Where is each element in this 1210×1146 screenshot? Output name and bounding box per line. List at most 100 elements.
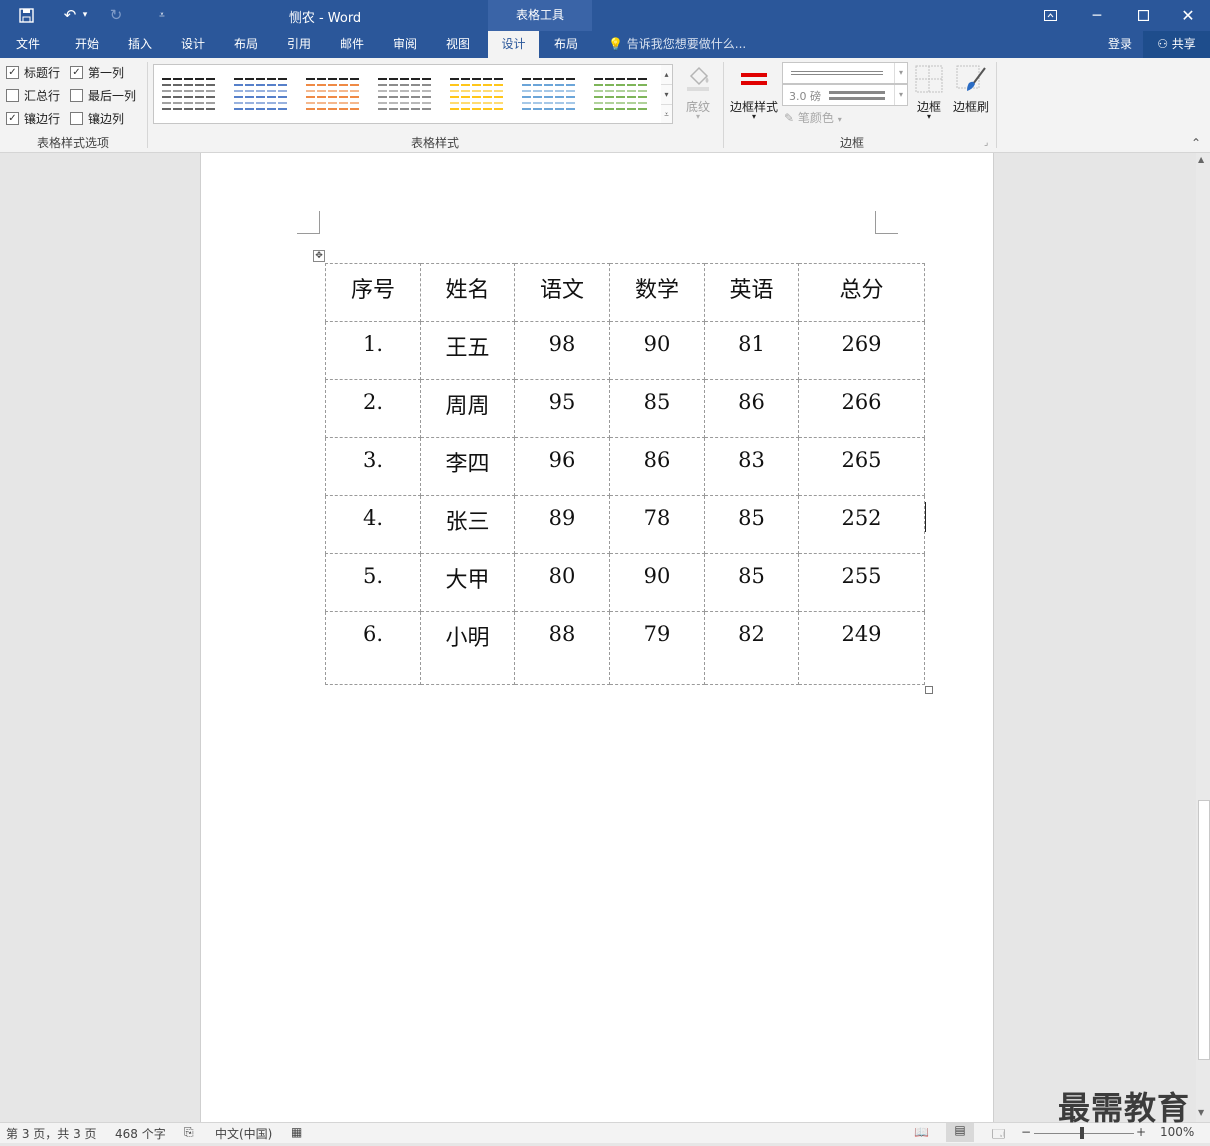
tab-review[interactable]: 审阅: [382, 31, 428, 58]
proofing-icon[interactable]: ⎘: [184, 1125, 194, 1140]
table-header-cell[interactable]: 序号: [325, 263, 421, 322]
table-cell[interactable]: 2.: [325, 379, 421, 438]
scroll-down-icon[interactable]: ▼: [1198, 1108, 1204, 1117]
scroll-up-icon[interactable]: ▲: [1198, 155, 1204, 164]
page-count[interactable]: 第 3 页，共 3 页: [6, 1125, 97, 1142]
table-cell[interactable]: 4.: [325, 495, 421, 554]
maximize-icon[interactable]: [1120, 0, 1166, 31]
print-layout-icon[interactable]: ▤: [946, 1123, 974, 1142]
tab-table-layout[interactable]: 布局: [543, 31, 589, 58]
web-layout-icon[interactable]: 🗔: [992, 1125, 1005, 1146]
table-style-swatch[interactable]: [448, 76, 506, 112]
gallery-scroll[interactable]: ▴ ▾ ⩡: [661, 64, 673, 124]
table-cell[interactable]: 255: [798, 553, 925, 612]
table-cell[interactable]: 小明: [420, 611, 515, 685]
table-cell[interactable]: 266: [798, 379, 925, 438]
pen-color-button[interactable]: ✎ 笔颜色 ▾: [784, 109, 842, 126]
read-mode-icon[interactable]: 📖: [914, 1125, 929, 1139]
dialog-launcher-icon[interactable]: ⌟: [984, 138, 988, 148]
table-style-swatch[interactable]: [592, 76, 650, 112]
scroll-down-icon[interactable]: ▾: [661, 84, 672, 104]
table-cell[interactable]: 90: [609, 553, 705, 612]
shading-button[interactable]: 底纹 ▾: [681, 64, 715, 126]
ribbon-display-options-icon[interactable]: [1027, 0, 1073, 31]
tab-design[interactable]: 设计: [170, 31, 216, 58]
tab-view[interactable]: 视图: [435, 31, 481, 58]
tab-table-design[interactable]: 设计: [488, 31, 539, 58]
tab-file[interactable]: 文件: [5, 31, 51, 58]
collapse-ribbon-icon[interactable]: ⌃: [1191, 136, 1201, 150]
table-cell[interactable]: 张三: [420, 495, 515, 554]
banded-rows-checkbox[interactable]: ✓ 镶边行: [6, 110, 60, 127]
word-count[interactable]: 468 个字: [115, 1125, 166, 1142]
table-cell[interactable]: 89: [514, 495, 610, 554]
tab-home[interactable]: 开始: [64, 31, 110, 58]
table-header-cell[interactable]: 语文: [514, 263, 610, 322]
table-cell[interactable]: 78: [609, 495, 705, 554]
tab-references[interactable]: 引用: [276, 31, 322, 58]
table-cell[interactable]: 95: [514, 379, 610, 438]
line-style-dropdown[interactable]: ▾: [782, 62, 908, 84]
tell-me-box[interactable]: 💡 告诉我您想要做什么...: [608, 31, 746, 58]
borders-button[interactable]: 边框 ▾: [912, 64, 946, 128]
table-move-handle-icon[interactable]: ✥: [313, 250, 325, 262]
macro-record-icon[interactable]: ▦: [291, 1125, 302, 1139]
border-styles-button[interactable]: 边框样式 ▾: [728, 64, 780, 128]
table-header-cell[interactable]: 数学: [609, 263, 705, 322]
table-style-swatch[interactable]: [520, 76, 578, 112]
table-style-swatch[interactable]: [376, 76, 434, 112]
scrollbar-thumb[interactable]: [1198, 800, 1210, 1060]
table-cell[interactable]: 85: [609, 379, 705, 438]
table-cell[interactable]: 83: [704, 437, 799, 496]
gallery-more-icon[interactable]: ⩡: [661, 104, 672, 124]
table-header-cell[interactable]: 总分: [798, 263, 925, 322]
tab-mailings[interactable]: 邮件: [329, 31, 375, 58]
vertical-scrollbar[interactable]: ▲ ▼: [1196, 153, 1210, 1122]
table-cell[interactable]: 90: [609, 321, 705, 380]
table-style-swatch[interactable]: [160, 76, 218, 112]
login-link[interactable]: 登录: [1108, 31, 1132, 58]
table-cell[interactable]: 3.: [325, 437, 421, 496]
language-indicator[interactable]: 中文(中国): [215, 1125, 272, 1142]
table-cell[interactable]: 王五: [420, 321, 515, 380]
table-cell[interactable]: 79: [609, 611, 705, 685]
table-cell[interactable]: 85: [704, 553, 799, 612]
table-cell[interactable]: 269: [798, 321, 925, 380]
table-resize-handle[interactable]: [925, 686, 933, 694]
banded-columns-checkbox[interactable]: 镶边列: [70, 110, 124, 127]
table-cell[interactable]: 86: [609, 437, 705, 496]
pen-weight-dropdown[interactable]: 3.0 磅 ▾: [782, 84, 908, 106]
table-cell[interactable]: 1.: [325, 321, 421, 380]
zoom-out-icon[interactable]: −: [1021, 1125, 1031, 1139]
table-style-swatch[interactable]: [232, 76, 290, 112]
table-cell[interactable]: 88: [514, 611, 610, 685]
table-cell[interactable]: 252: [798, 495, 925, 554]
table-cell[interactable]: 5.: [325, 553, 421, 612]
table-cell[interactable]: 98: [514, 321, 610, 380]
grades-table[interactable]: 序号 姓名 语文 数学 英语 总分 1. 王五 98 90 81 269 2. …: [325, 263, 925, 685]
minimize-icon[interactable]: ─: [1074, 0, 1120, 31]
table-cell[interactable]: 86: [704, 379, 799, 438]
first-column-checkbox[interactable]: ✓ 第一列: [70, 64, 124, 81]
table-cell[interactable]: 265: [798, 437, 925, 496]
tab-layout[interactable]: 布局: [223, 31, 269, 58]
table-header-cell[interactable]: 英语: [704, 263, 799, 322]
table-cell[interactable]: 80: [514, 553, 610, 612]
table-cell[interactable]: 大甲: [420, 553, 515, 612]
share-button[interactable]: ⚇ 共享: [1143, 31, 1210, 58]
table-cell[interactable]: 6.: [325, 611, 421, 685]
table-cell[interactable]: 96: [514, 437, 610, 496]
table-style-swatch[interactable]: [304, 76, 362, 112]
header-row-checkbox[interactable]: ✓ 标题行: [6, 64, 60, 81]
document-page[interactable]: ✥ 序号 姓名 语文 数学 英语 总分 1. 王五 98 90 81 269 2…: [200, 153, 994, 1122]
zoom-slider-track[interactable]: [1034, 1133, 1134, 1134]
table-header-cell[interactable]: 姓名: [420, 263, 515, 322]
table-cell[interactable]: 82: [704, 611, 799, 685]
table-cell[interactable]: 249: [798, 611, 925, 685]
scroll-up-icon[interactable]: ▴: [661, 65, 672, 84]
total-row-checkbox[interactable]: 汇总行: [6, 87, 60, 104]
table-cell[interactable]: 李四: [420, 437, 515, 496]
last-column-checkbox[interactable]: 最后一列: [70, 87, 136, 104]
close-icon[interactable]: ✕: [1165, 0, 1210, 31]
table-cell[interactable]: 81: [704, 321, 799, 380]
